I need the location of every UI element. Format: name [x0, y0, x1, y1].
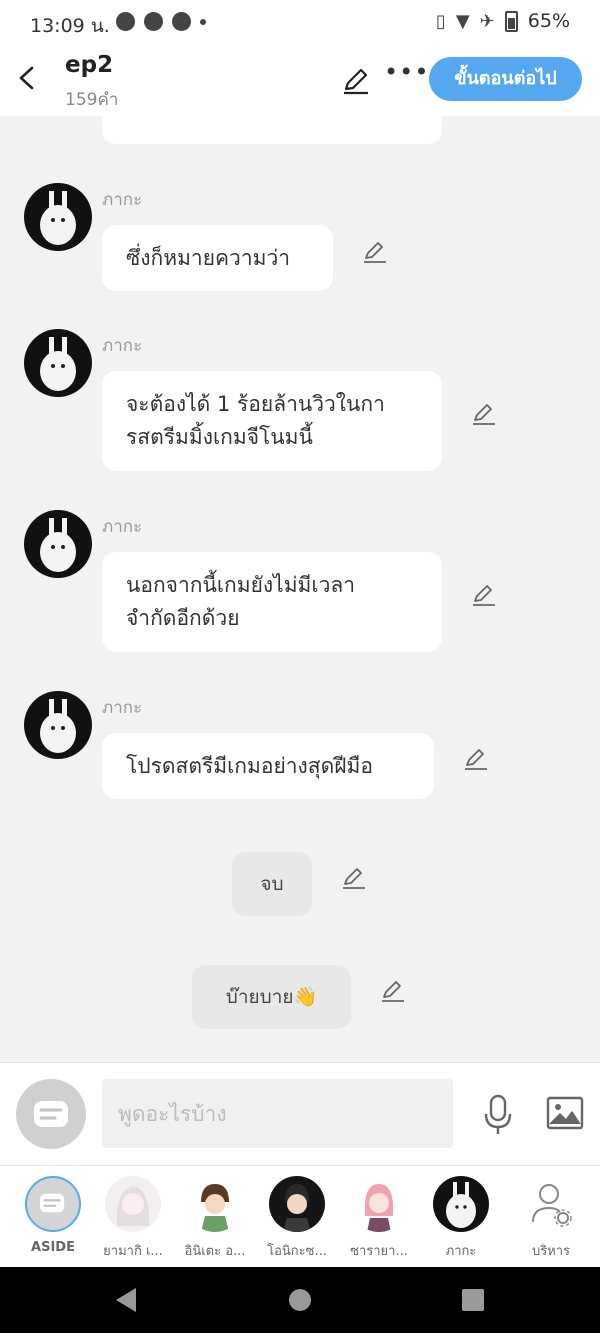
avatar	[269, 1176, 325, 1232]
avatar	[105, 1176, 161, 1232]
nav-recents-icon[interactable]	[459, 1286, 487, 1314]
avatar	[351, 1176, 407, 1232]
episode-title: ep2	[65, 52, 114, 78]
sender-name: ภากะ	[102, 698, 143, 718]
message-text-line: นอกจากนี้เกมยังไม่มีเวลา	[126, 573, 356, 597]
sender-name: ภากะ	[102, 336, 143, 356]
character-item[interactable]: อินิเตะ อ...	[176, 1176, 254, 1261]
microphone-icon[interactable]	[482, 1093, 514, 1137]
character-label: โอนิกะซ...	[267, 1244, 327, 1259]
message-bubble[interactable]: ซึ่งก็หมายความว่า	[102, 225, 333, 291]
message-text: โปรดสตรีมีเกมอย่างสุดฝีมือ	[126, 754, 374, 778]
battery-percent: 65%	[527, 10, 570, 32]
character-avatar-image	[40, 337, 76, 391]
person-gear-icon	[532, 1184, 572, 1227]
message-bubble[interactable]: นอกจากนี้เกมยังไม่มีเวลา จำกัดอีกด้วย	[102, 552, 442, 652]
chat-bubble-icon	[116, 12, 135, 31]
character-label: ASIDE	[31, 1240, 75, 1255]
character-avatar-image	[364, 1184, 394, 1232]
message-text-line: จะต้องได้ 1 ร้อยล้านวิวในกา	[126, 392, 385, 416]
character-aside[interactable]: ASIDE	[14, 1176, 92, 1255]
character-avatar-image	[446, 1182, 476, 1228]
character-avatar-image	[201, 1184, 229, 1232]
sender-name: ภากะ	[102, 190, 143, 210]
image-icon[interactable]	[546, 1096, 584, 1130]
message-bubble[interactable]: โปรดสตรีมีเกมอย่างสุดฝีมือ	[102, 733, 434, 799]
aside-toggle-button[interactable]	[16, 1079, 86, 1149]
message-text-line: รสตรีมมิ้งเกมจีโนมนี้	[126, 425, 313, 449]
character-label: บริหาร	[531, 1244, 571, 1259]
character-avatar-image	[40, 191, 76, 245]
nav-back-icon[interactable]	[112, 1286, 140, 1314]
pencil-icon[interactable]	[471, 581, 497, 607]
messenger-icon	[172, 12, 191, 31]
wifi-icon: ▼	[455, 10, 470, 32]
message-input[interactable]	[102, 1079, 453, 1148]
next-step-button[interactable]: ขั้นตอนต่อไป	[429, 57, 582, 101]
messenger-icon	[144, 12, 163, 31]
character-selector: ASIDE ยามากิ เ... อินิเตะ อ... โอนิกะซ..…	[0, 1165, 600, 1267]
avatar	[433, 1176, 489, 1232]
character-label: อินิเตะ อ...	[184, 1244, 246, 1259]
character-avatar-image	[283, 1184, 311, 1232]
character-label: ภากะ	[445, 1244, 477, 1259]
message-input-bar	[0, 1062, 600, 1165]
pencil-icon[interactable]	[463, 745, 489, 771]
word-count: 159คำ	[65, 90, 119, 110]
sender-name: ภากะ	[102, 517, 143, 537]
pencil-icon[interactable]	[341, 864, 367, 890]
aside-icon	[40, 1193, 65, 1213]
status-time: 13:09 น.	[30, 15, 110, 37]
system-nav-bar	[0, 1267, 600, 1333]
airplane-icon: ✈	[479, 10, 495, 32]
aside-icon	[34, 1101, 68, 1127]
system-message[interactable]: จบ	[232, 852, 312, 916]
message-text-line: จำกัดอีกด้วย	[126, 606, 240, 630]
chat-area[interactable]: ภากะ ซึ่งก็หมายความว่า ภากะ จะต้องได้ 1 …	[0, 116, 600, 1062]
aside-avatar	[25, 1176, 81, 1232]
system-message-text: บ๊ายบาย👋	[225, 986, 318, 1008]
character-label: ยามากิ เ...	[103, 1244, 163, 1259]
system-message-text: จบ	[260, 873, 284, 895]
pencil-icon[interactable]	[362, 238, 388, 264]
character-avatar-image	[40, 699, 76, 753]
system-message[interactable]: บ๊ายบาย👋	[192, 965, 351, 1029]
manage-icon	[523, 1176, 579, 1232]
character-item[interactable]: โอนิกะซ...	[258, 1176, 336, 1261]
avatar	[187, 1176, 243, 1232]
avatar[interactable]	[24, 691, 92, 759]
message-text: ซึ่งก็หมายความว่า	[126, 246, 291, 270]
dot-icon	[200, 18, 206, 25]
back-arrow-icon[interactable]	[12, 58, 42, 98]
pencil-icon[interactable]	[471, 400, 497, 426]
more-options-icon[interactable]: •••	[384, 58, 429, 86]
character-item[interactable]: ยามากิ เ...	[94, 1176, 172, 1261]
pencil-icon[interactable]	[380, 977, 406, 1003]
character-avatar-image	[40, 518, 76, 572]
manage-characters[interactable]: บริหาร	[512, 1176, 590, 1261]
character-item[interactable]: ซารายา...	[340, 1176, 418, 1261]
message-bubble[interactable]: จะต้องได้ 1 ร้อยล้านวิวในกา รสตรีมมิ้งเก…	[102, 371, 442, 471]
vibrate-icon: ▯	[435, 10, 446, 32]
character-item[interactable]: ภากะ	[422, 1176, 500, 1261]
character-avatar-image	[116, 1186, 150, 1226]
pencil-icon[interactable]	[340, 64, 372, 96]
character-label: ซารายา...	[350, 1244, 408, 1259]
avatar[interactable]	[24, 183, 92, 251]
episode-header: ep2 159คำ ••• ขั้นตอนต่อไป	[0, 44, 600, 116]
avatar[interactable]	[24, 329, 92, 397]
nav-home-icon[interactable]	[286, 1286, 314, 1314]
status-bar: 13:09 น. ▯ ▼ ✈ 65%	[0, 0, 600, 44]
avatar[interactable]	[24, 510, 92, 578]
battery-icon	[504, 10, 518, 32]
message-bubble-partial[interactable]	[102, 116, 442, 144]
